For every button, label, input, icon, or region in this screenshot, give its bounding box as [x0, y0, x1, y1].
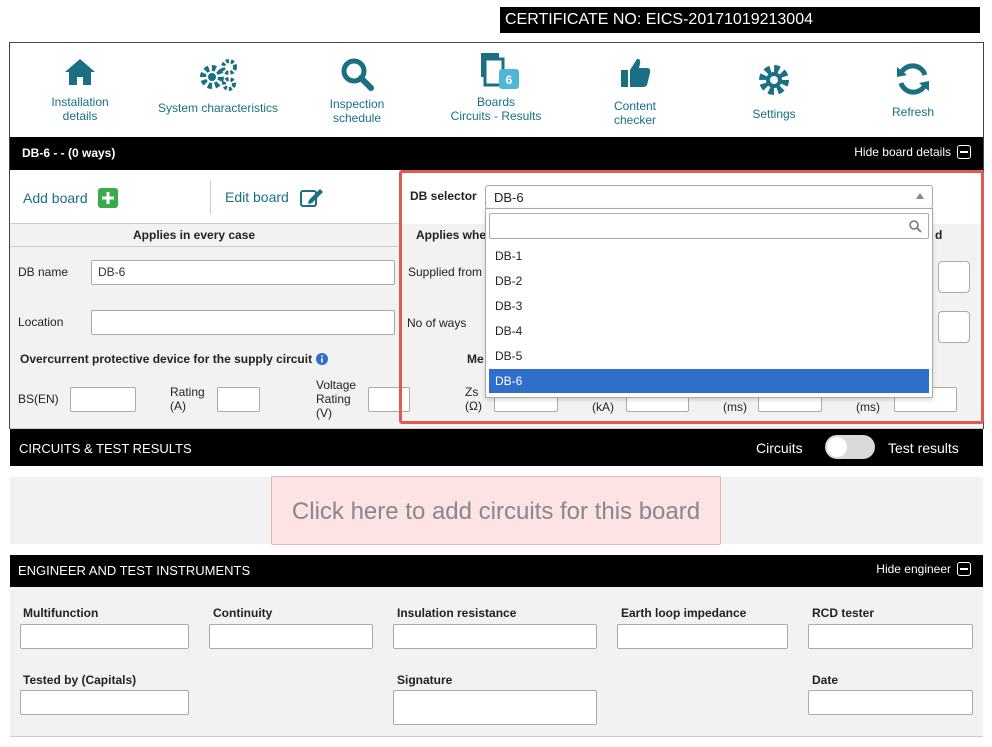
- nav-label: Content checker: [613, 99, 657, 127]
- insulation-label: Insulation resistance: [397, 606, 517, 620]
- nav-label: Settings: [752, 107, 796, 121]
- circuits-bar: CIRCUITS & TEST RESULTS Circuits Test re…: [10, 429, 983, 466]
- db-name-input[interactable]: DB-6: [91, 260, 395, 285]
- toggle-knob: [827, 437, 847, 457]
- test-results-label: Test results: [888, 440, 959, 456]
- minus-icon: [957, 562, 971, 576]
- location-input[interactable]: [91, 310, 395, 335]
- bsen-input[interactable]: [70, 387, 136, 412]
- hide-board-details-label: Hide board details: [854, 145, 951, 159]
- signature-input[interactable]: [393, 690, 597, 725]
- db-name-label: DB name: [18, 265, 69, 279]
- divider: [10, 246, 400, 247]
- nav-installation-details[interactable]: Installation details: [40, 57, 120, 123]
- edit-icon: [299, 189, 323, 207]
- divider: [210, 180, 211, 214]
- thumbs-up-icon: [621, 58, 651, 87]
- hide-engineer-button[interactable]: Hide engineer: [876, 562, 971, 576]
- circuits-label: Circuits: [756, 440, 803, 456]
- board-title: DB-6 - - (0 ways): [22, 146, 116, 160]
- earth-loop-input[interactable]: [617, 624, 788, 649]
- location-label: Location: [18, 315, 64, 329]
- nav-label: Boards Circuits - Results: [450, 95, 542, 123]
- plus-icon: [97, 188, 118, 208]
- highlight-box: [399, 170, 984, 424]
- gears-icon: [200, 59, 237, 91]
- date-label: Date: [812, 673, 839, 687]
- date-input[interactable]: [808, 690, 973, 715]
- nav-settings[interactable]: Settings: [734, 63, 814, 121]
- nav-boards-circuits-results[interactable]: 6 Boards Circuits - Results: [446, 51, 546, 123]
- nav-content-checker[interactable]: Content checker: [595, 55, 675, 127]
- nav-inspection-schedule[interactable]: Inspection schedule: [317, 57, 397, 125]
- edit-board-label: Edit board: [225, 189, 289, 205]
- rating-label: Rating (A): [170, 385, 205, 413]
- earth-loop-label: Earth loop impedance: [621, 606, 747, 620]
- boards-icon: 6: [481, 53, 519, 89]
- boards-badge: 6: [506, 73, 513, 87]
- nav-label: System characteristics: [157, 101, 279, 115]
- certificate-number: CERTIFICATE NO: EICS-20171019213004: [500, 7, 980, 33]
- search-icon: [341, 58, 374, 91]
- nav-label: Inspection schedule: [329, 97, 385, 125]
- minus-icon: [957, 145, 971, 159]
- add-board-label: Add board: [23, 190, 88, 206]
- add-board-button[interactable]: Add board: [23, 188, 118, 208]
- overcurrent-heading-text: Overcurrent protective device for the su…: [20, 352, 313, 366]
- bsen-label: BS(EN): [18, 392, 59, 406]
- board-bar: DB-6 - - (0 ways) Hide board details: [10, 137, 983, 170]
- info-icon[interactable]: [316, 353, 329, 365]
- rcd-input[interactable]: [808, 624, 973, 649]
- engineer-title: ENGINEER AND TEST INSTRUMENTS: [18, 563, 251, 578]
- insulation-input[interactable]: [393, 624, 597, 649]
- rcd-label: RCD tester: [812, 606, 875, 620]
- voltage-label: Voltage Rating (V): [316, 378, 357, 420]
- nav-refresh[interactable]: Refresh: [873, 61, 953, 119]
- overcurrent-heading: Overcurrent protective device for the su…: [20, 352, 329, 366]
- edit-board-button[interactable]: Edit board: [225, 186, 325, 208]
- multifunction-input[interactable]: [20, 624, 189, 649]
- board-actions: Add board Edit board: [10, 170, 400, 224]
- hide-board-details-button[interactable]: Hide board details: [854, 145, 971, 159]
- continuity-label: Continuity: [213, 606, 273, 620]
- home-icon: [65, 59, 95, 85]
- refresh-icon: [897, 63, 929, 95]
- nav-label: Refresh: [891, 105, 935, 119]
- circuits-title: CIRCUITS & TEST RESULTS: [19, 441, 192, 456]
- rating-input[interactable]: [217, 387, 260, 412]
- tested-by-input[interactable]: [20, 690, 189, 715]
- engineer-bar: ENGINEER AND TEST INSTRUMENTS Hide engin…: [10, 555, 983, 587]
- add-circuits-button[interactable]: Click here to add circuits for this boar…: [271, 476, 721, 545]
- applies-every-case-heading: Applies in every case: [133, 228, 256, 242]
- tested-by-label: Tested by (Capitals): [23, 673, 137, 687]
- multifunction-label: Multifunction: [23, 606, 99, 620]
- signature-label: Signature: [397, 673, 453, 687]
- circuits-toggle[interactable]: [825, 435, 875, 459]
- continuity-input[interactable]: [209, 624, 373, 649]
- nav-label: Installation details: [51, 95, 109, 123]
- gear-icon: [759, 65, 789, 95]
- nav-system-characteristics[interactable]: System characteristics: [150, 57, 286, 115]
- hide-engineer-label: Hide engineer: [876, 562, 951, 576]
